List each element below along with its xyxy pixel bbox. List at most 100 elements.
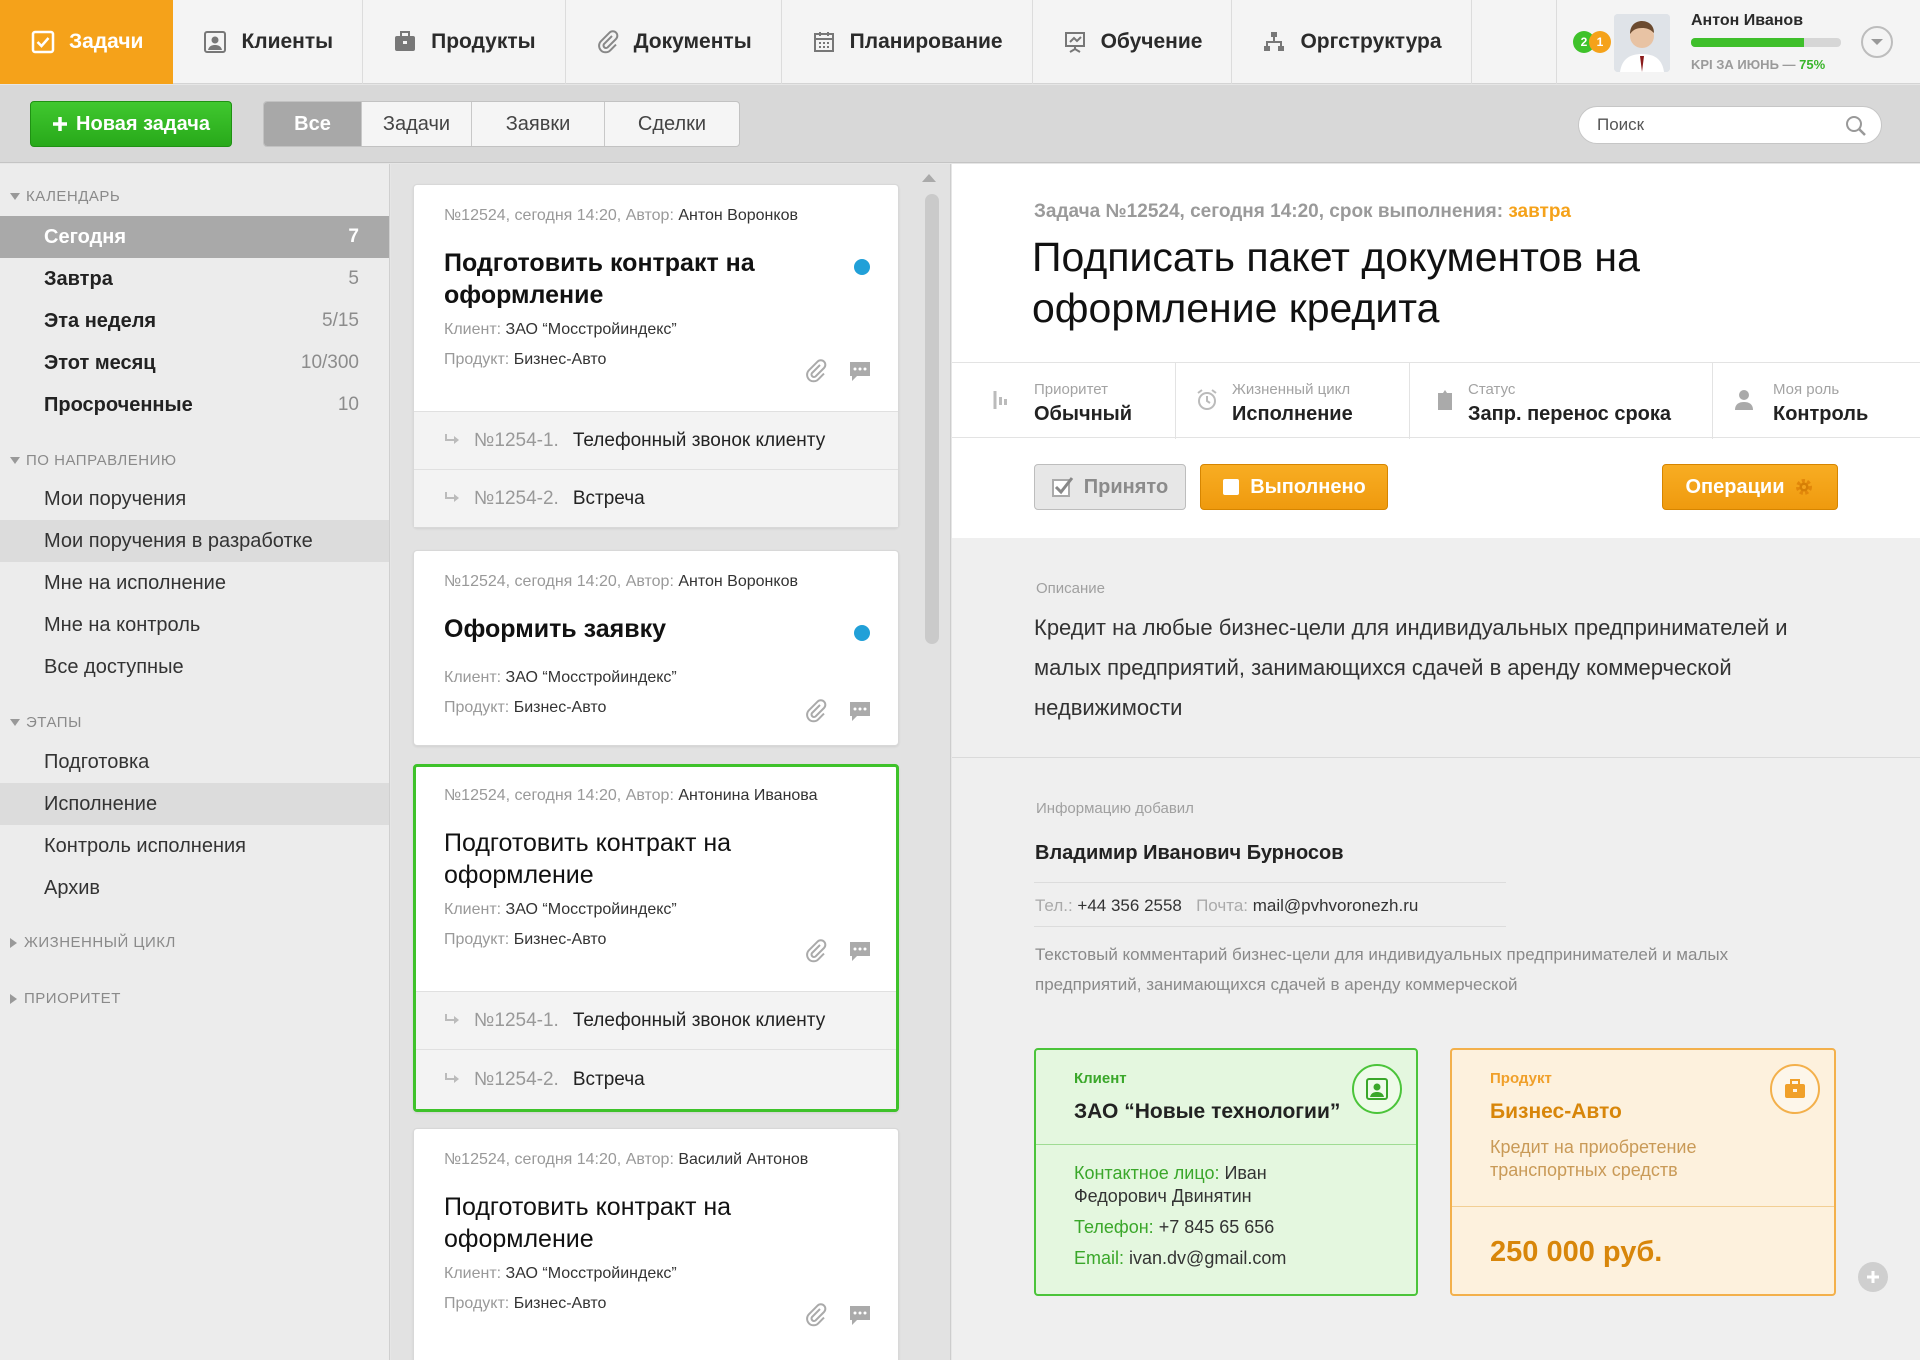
plus-icon	[1865, 1269, 1881, 1285]
triangle-right-icon	[10, 937, 17, 948]
triangle-down-icon	[10, 192, 20, 200]
client-name: ЗАО “Новые технологии”	[1074, 1100, 1341, 1123]
client-email: Email: ivan.dv@gmail.com	[1074, 1248, 1287, 1268]
task-detail: Задача №12524, сегодня 14:20, срок выпол…	[952, 164, 1920, 1360]
sidebar-item-to-control[interactable]: Мне на контроль	[0, 604, 389, 646]
paperclip-icon[interactable]	[804, 699, 828, 723]
briefcase-icon[interactable]	[1770, 1064, 1820, 1114]
sidebar-item-all-available[interactable]: Все доступные	[0, 646, 389, 688]
tab-planning[interactable]: Планирование	[782, 0, 1033, 84]
user-name: Антон Иванов	[1691, 12, 1804, 29]
notification-badge-orange[interactable]: 1	[1589, 31, 1611, 53]
task-title: Подготовить контракт на оформление	[444, 249, 755, 309]
comment-icon[interactable]	[848, 939, 872, 963]
paperclip-icon[interactable]	[804, 939, 828, 963]
email-link[interactable]: mail@pvhvoronezh.ru	[1253, 896, 1419, 915]
sidebar-item-execution[interactable]: Исполнение	[0, 783, 389, 825]
tab-training[interactable]: Обучение	[1033, 0, 1233, 84]
tab-documents[interactable]: Документы	[566, 0, 782, 84]
task-info: Клиент: ЗАО “Мосстройиндекс” Продукт: Би…	[444, 669, 677, 716]
task-title: Подготовить контракт на оформление	[444, 829, 732, 889]
scrollbar-thumb[interactable]	[925, 194, 939, 644]
filter-segmented-control: Все Задачи Заявки Сделки	[263, 101, 740, 147]
task-card-selected[interactable]: №12524, сегодня 14:20, Автор: Антонина И…	[413, 764, 899, 1112]
info-added-label: Информацию добавил	[1036, 800, 1194, 817]
task-meta: №12524, сегодня 14:20, Автор: Антон Воро…	[444, 573, 798, 590]
sidebar-item-archive[interactable]: Архив	[0, 867, 389, 909]
triangle-down-icon	[10, 718, 20, 726]
person-icon	[1735, 389, 1753, 411]
task-title: Оформить заявку	[444, 615, 666, 643]
comment-icon[interactable]	[848, 359, 872, 383]
prop-lifecycle[interactable]: Жизненный цикл Исполнение	[1176, 363, 1410, 439]
prop-my-role[interactable]: Моя роль Контроль	[1713, 363, 1920, 439]
filter-all[interactable]: Все	[264, 102, 362, 146]
section-direction[interactable]: ПО НАПРАВЛЕНИЮ	[10, 452, 177, 469]
search-icon[interactable]	[1845, 115, 1867, 137]
task-info: Клиент: ЗАО “Мосстройиндекс” Продукт: Би…	[444, 1265, 677, 1312]
sidebar-item-to-execute[interactable]: Мне на исполнение	[0, 562, 389, 604]
gear-icon	[1794, 477, 1814, 497]
accepted-button[interactable]: Принято	[1034, 464, 1186, 510]
user-panel[interactable]: 2 1 Антон Иванов KPI ЗА ИЮНЬ — 75%	[1556, 0, 1920, 84]
subtask-row[interactable]: №1254-2. Встреча	[414, 469, 898, 527]
filter-deals[interactable]: Сделки	[605, 102, 739, 146]
divider	[1034, 926, 1506, 927]
operations-button[interactable]: Операции	[1662, 464, 1838, 510]
sidebar-item-my-assignments[interactable]: Мои поручения	[0, 478, 389, 520]
add-button[interactable]	[1858, 1262, 1888, 1292]
comment-icon[interactable]	[848, 1303, 872, 1327]
search-input[interactable]: Поиск	[1578, 106, 1882, 144]
paperclip-icon[interactable]	[804, 1303, 828, 1327]
client-card[interactable]: Клиент ЗАО “Новые технологии” Контактное…	[1034, 1048, 1418, 1296]
section-stages[interactable]: ЭТАПЫ	[10, 714, 82, 731]
user-menu-dropdown[interactable]	[1861, 26, 1893, 58]
client-contact-icon[interactable]	[1352, 1064, 1402, 1114]
client-contact-person: Контактное лицо: Иван Федорович Двинятин	[1074, 1163, 1267, 1206]
tab-orgchart[interactable]: Оргструктура	[1232, 0, 1472, 84]
sidebar-item-overdue[interactable]: Просроченные 10	[0, 384, 389, 426]
tab-tasks[interactable]: Задачи	[0, 0, 174, 84]
filter-tasks[interactable]: Задачи	[362, 102, 472, 146]
triangle-right-icon	[10, 993, 17, 1004]
tab-label: Обучение	[1100, 30, 1203, 53]
new-task-button[interactable]: Новая задача	[30, 101, 232, 147]
checkbox-checked-icon	[1051, 477, 1074, 497]
info-comment: Текстовый комментарий бизнес-цели для ин…	[1035, 945, 1729, 994]
sidebar-item-my-assignments-dev[interactable]: Мои поручения в разработке	[0, 520, 389, 562]
paperclip-icon[interactable]	[804, 359, 828, 383]
divider	[952, 757, 1920, 758]
subtask-row[interactable]: №1254-1. Телефонный звонок клиенту	[414, 411, 898, 469]
sidebar-item-tomorrow[interactable]: Завтра 5	[0, 258, 389, 300]
triangle-down-icon	[10, 456, 20, 464]
task-card[interactable]: №12524, сегодня 14:20, Автор: Антон Воро…	[413, 184, 899, 528]
subtask-row[interactable]: №1254-2. Встреча	[416, 1049, 896, 1109]
done-button[interactable]: Выполнено	[1200, 464, 1388, 510]
info-contacts: Тел.: +44 356 2558 Почта: mail@pvhvorone…	[1035, 896, 1419, 915]
subtask-row[interactable]: №1254-1. Телефонный звонок клиенту	[416, 991, 896, 1049]
section-priority[interactable]: ПРИОРИТЕТ	[10, 990, 121, 1007]
sidebar-item-preparation[interactable]: Подготовка	[0, 741, 389, 783]
task-card[interactable]: №12524, сегодня 14:20, Автор: Василий Ан…	[413, 1128, 899, 1360]
orgchart-icon	[1261, 29, 1287, 55]
client-phone: Телефон: +7 845 65 656	[1074, 1217, 1275, 1237]
comment-icon[interactable]	[848, 699, 872, 723]
prop-status[interactable]: Статус Запр. перенос срока	[1410, 363, 1713, 439]
product-card[interactable]: Продукт Бизнес-Авто Кредит на приобретен…	[1450, 1048, 1836, 1296]
section-calendar[interactable]: КАЛЕНДАРЬ	[10, 188, 120, 205]
sidebar-item-this-month[interactable]: Этот месяц 10/300	[0, 342, 389, 384]
sidebar-item-execution-control[interactable]: Контроль исполнения	[0, 825, 389, 867]
info-author-name: Владимир Иванович Бурносов	[1035, 842, 1344, 864]
task-card[interactable]: №12524, сегодня 14:20, Автор: Антон Воро…	[413, 550, 899, 746]
sidebar-item-this-week[interactable]: Эта неделя 5/15	[0, 300, 389, 342]
tab-clients[interactable]: Клиенты	[173, 0, 364, 84]
tab-products[interactable]: Продукты	[363, 0, 566, 84]
section-lifecycle[interactable]: ЖИЗНЕННЫЙ ЦИКЛ	[10, 934, 176, 951]
sidebar-item-today[interactable]: Сегодня 7	[0, 216, 389, 258]
prop-priority[interactable]: Приоритет Обычный	[952, 363, 1176, 439]
clients-icon	[202, 29, 228, 55]
avatar[interactable]	[1614, 14, 1670, 72]
task-info: Клиент: ЗАО “Мосстройиндекс” Продукт: Би…	[444, 321, 677, 368]
filter-requests[interactable]: Заявки	[472, 102, 605, 146]
operations-label: Операции	[1685, 475, 1785, 498]
